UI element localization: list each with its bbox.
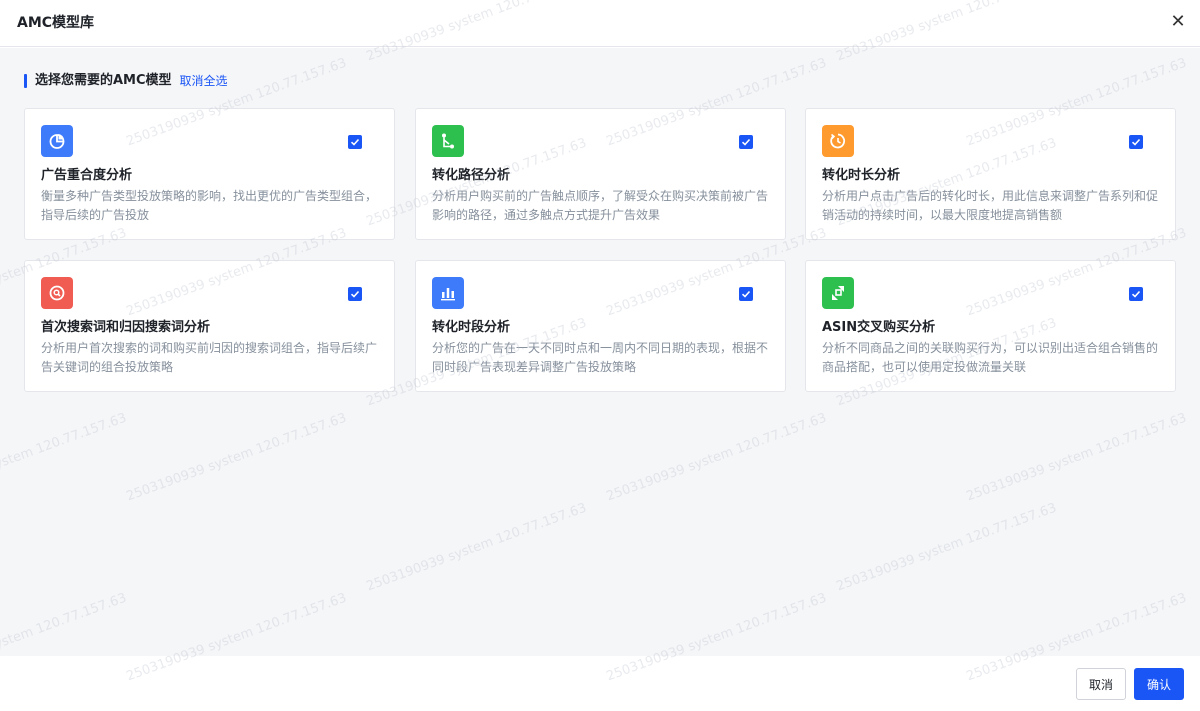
cancel-button[interactable]: 取消 <box>1076 668 1126 700</box>
amc-model-library-dialog: AMC模型库 ✕ 选择您需要的AMC模型 取消全选 广告重合度分析 衡量多种广告… <box>0 0 1200 711</box>
dialog-footer: 取消 确认 <box>0 656 1200 711</box>
model-checkbox[interactable] <box>1129 135 1143 149</box>
model-card-ad-overlap[interactable]: 广告重合度分析 衡量多种广告类型投放策略的影响，找出更优的广告类型组合，指导后续… <box>24 108 395 240</box>
pie-chart-icon <box>41 125 73 157</box>
deselect-all-link[interactable]: 取消全选 <box>180 73 228 89</box>
model-description: 分析用户购买前的广告触点顺序，了解受众在购买决策前被广告影响的路径，通过多触点方… <box>432 189 769 222</box>
model-card-conversion-duration[interactable]: 转化时长分析 分析用户点击广告后的转化时长，用此信息来调整广告系列和促销活动的持… <box>805 108 1176 240</box>
confirm-button[interactable]: 确认 <box>1134 668 1184 700</box>
model-name: 广告重合度分析 <box>41 168 133 183</box>
model-checkbox[interactable] <box>348 287 362 301</box>
model-card-conversion-path[interactable]: 转化路径分析 分析用户购买前的广告触点顺序，了解受众在购买决策前被广告影响的路径… <box>415 108 786 240</box>
timer-icon <box>822 125 854 157</box>
model-description: 分析用户首次搜索的词和购买前归因的搜索词组合，指导后续广告关键词的组合投放策略 <box>41 341 378 374</box>
model-description: 分析用户点击广告后的转化时长，用此信息来调整广告系列和促销活动的持续时间，以最大… <box>822 189 1159 222</box>
model-checkbox[interactable] <box>739 135 753 149</box>
section-accent-bar <box>24 74 27 88</box>
model-name: 转化时长分析 <box>822 168 901 183</box>
model-checkbox[interactable] <box>739 287 753 301</box>
section-header: 选择您需要的AMC模型 取消全选 <box>24 73 228 89</box>
model-card-asin-cross-purchase[interactable]: ASIN交叉购买分析 分析不同商品之间的关联购买行为，可以识别出适合组合销售的商… <box>805 260 1176 392</box>
model-name: 转化路径分析 <box>432 168 511 183</box>
close-icon[interactable]: ✕ <box>1168 12 1188 32</box>
model-description: 衡量多种广告类型投放策略的影响，找出更优的广告类型组合，指导后续的广告投放 <box>41 189 378 222</box>
dialog-title: AMC模型库 <box>17 15 95 31</box>
search-icon <box>41 277 73 309</box>
model-card-search-term[interactable]: 首次搜索词和归因搜索词分析 分析用户首次搜索的词和购买前归因的搜索词组合，指导后… <box>24 260 395 392</box>
model-description: 分析不同商品之间的关联购买行为，可以识别出适合组合销售的商品搭配，也可以使用定投… <box>822 341 1159 374</box>
dialog-header: AMC模型库 ✕ <box>0 0 1200 47</box>
section-title: 选择您需要的AMC模型 <box>35 73 172 88</box>
dialog-body: 选择您需要的AMC模型 取消全选 广告重合度分析 衡量多种广告类型投放策略的影响… <box>0 48 1200 656</box>
model-name: ASIN交叉购买分析 <box>822 320 936 335</box>
model-card-conversion-time-slot[interactable]: 转化时段分析 分析您的广告在一天不同时点和一周内不同日期的表现，根据不同时段广告… <box>415 260 786 392</box>
model-description: 分析您的广告在一天不同时点和一周内不同日期的表现，根据不同时段广告表现差异调整广… <box>432 341 769 374</box>
bar-chart-icon <box>432 277 464 309</box>
model-checkbox[interactable] <box>348 135 362 149</box>
model-name: 首次搜索词和归因搜索词分析 <box>41 320 211 335</box>
model-name: 转化时段分析 <box>432 320 511 335</box>
model-checkbox[interactable] <box>1129 287 1143 301</box>
path-icon <box>432 125 464 157</box>
cross-arrows-icon <box>822 277 854 309</box>
